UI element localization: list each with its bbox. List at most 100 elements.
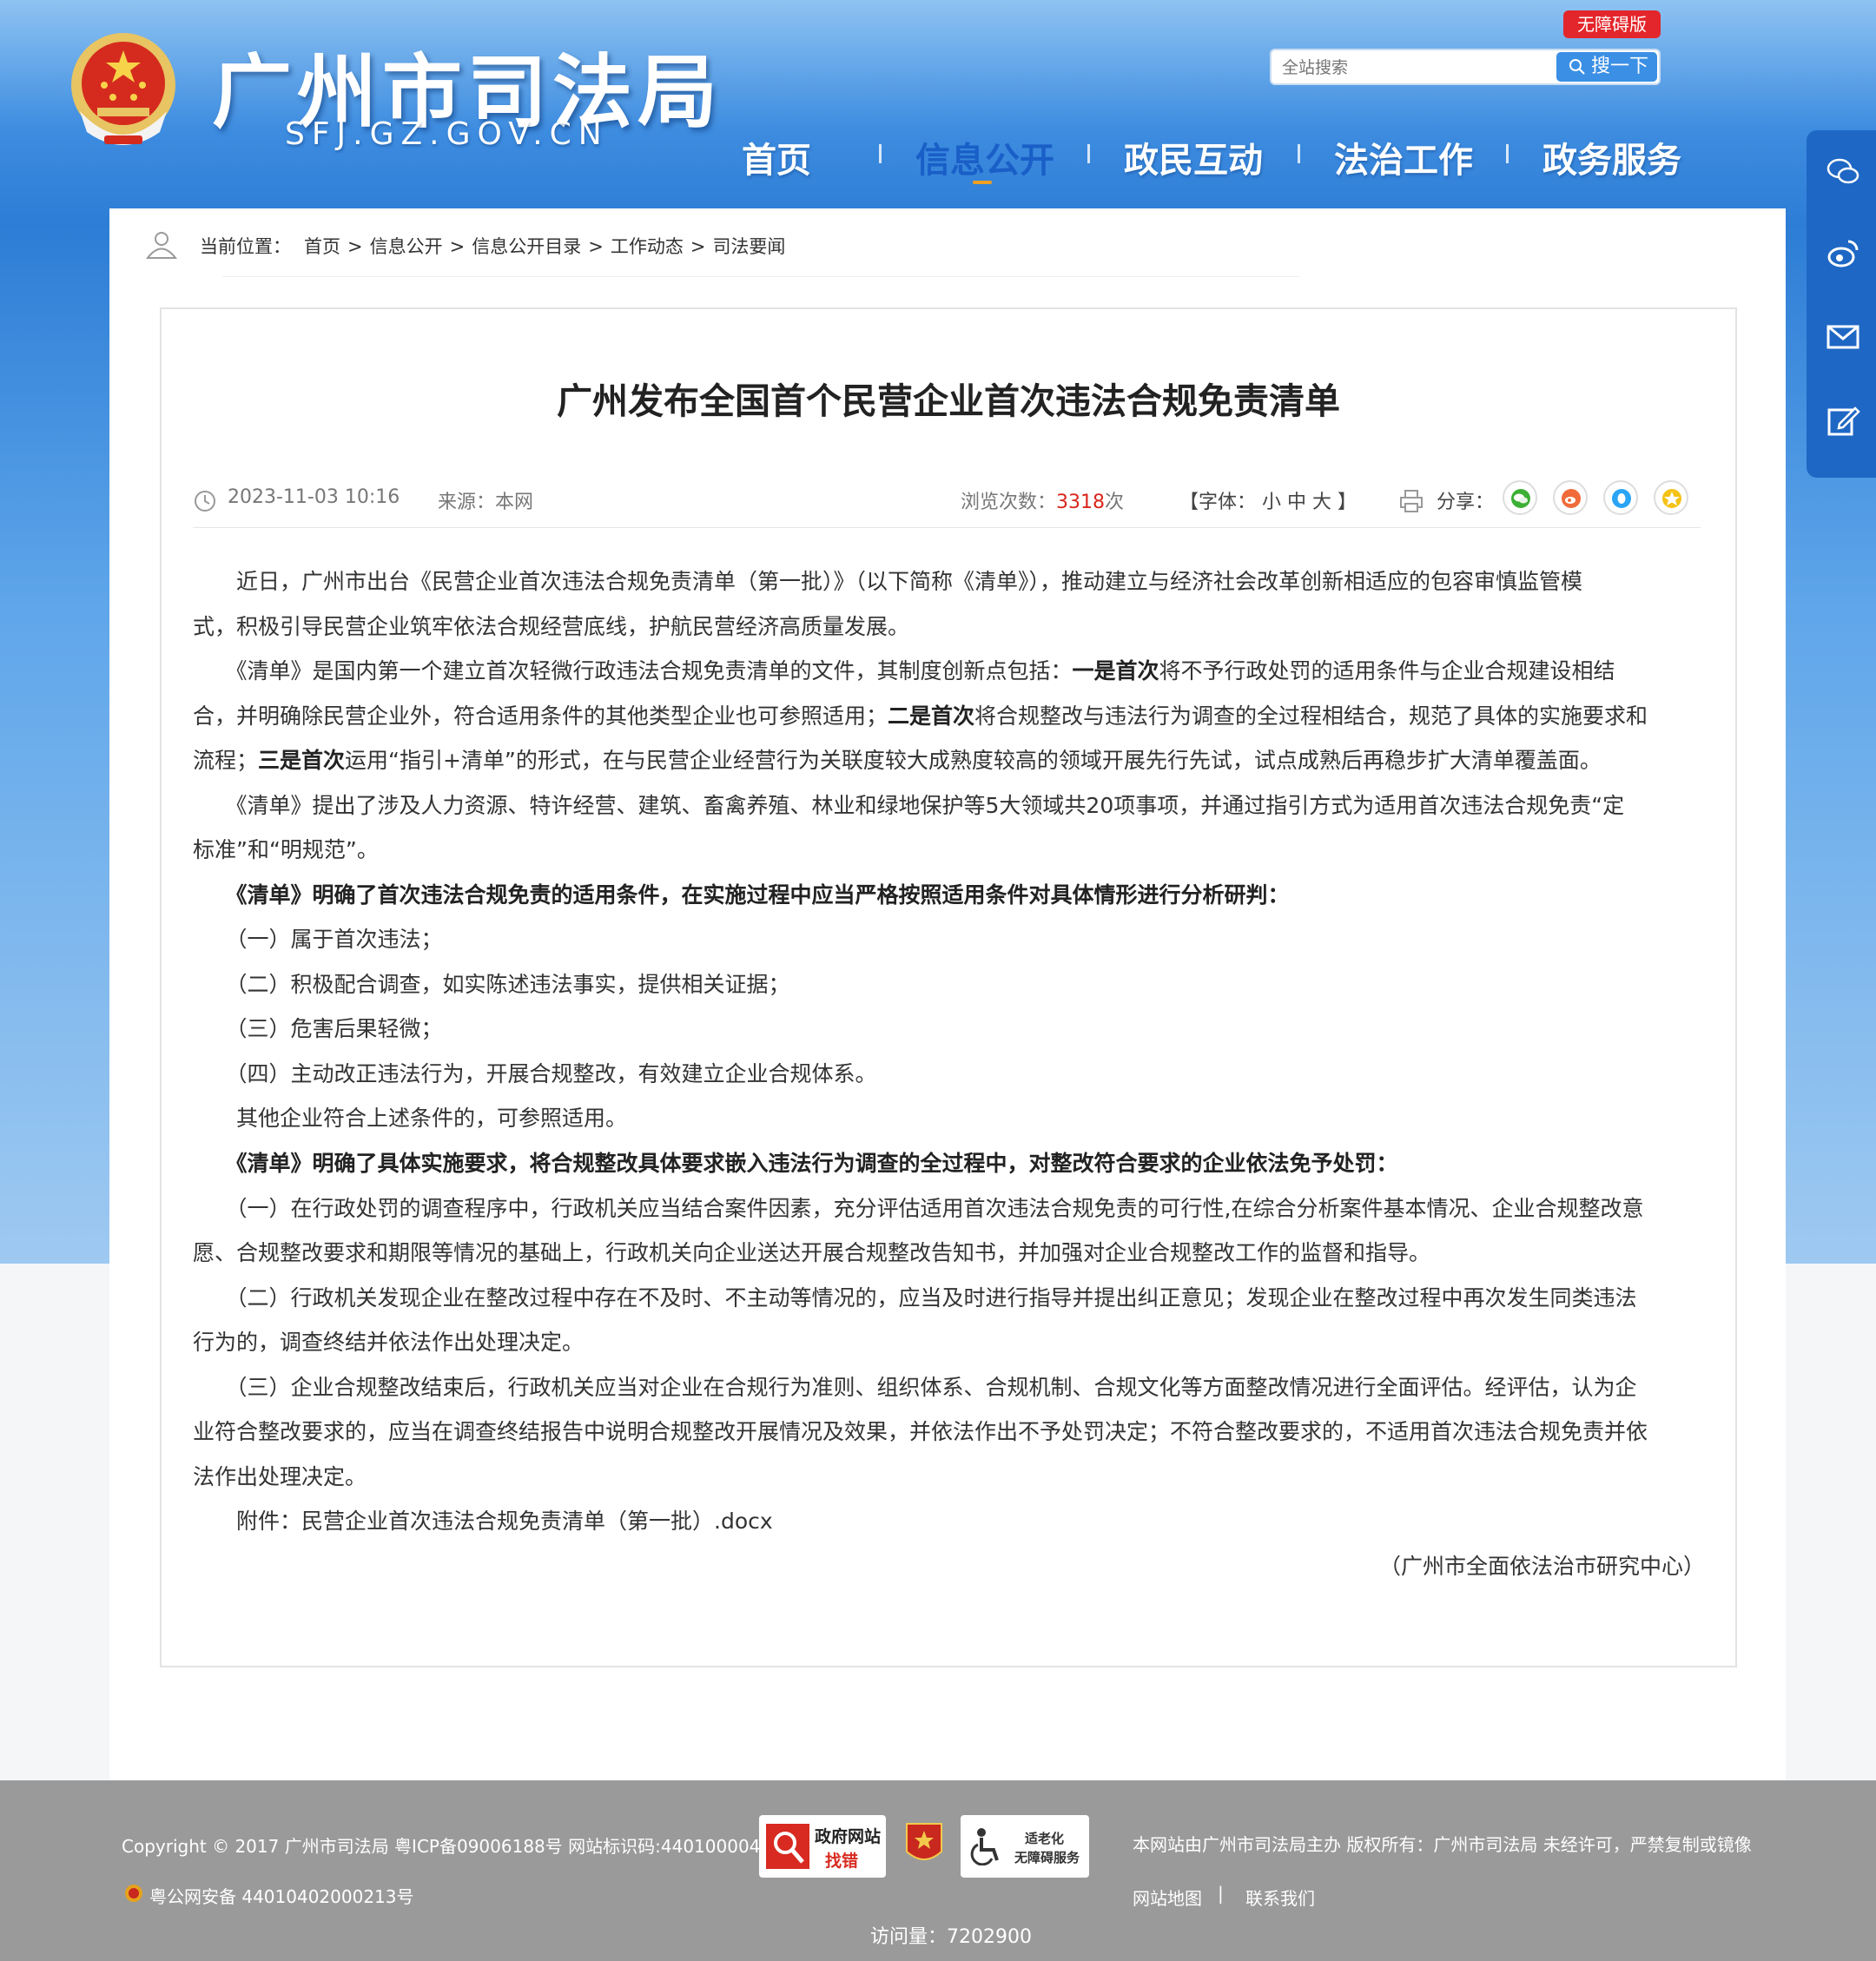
- edit-icon[interactable]: [1826, 403, 1860, 438]
- article-title: 广州发布全国首个民营企业首次违法合规免责清单: [557, 380, 1340, 422]
- search-input[interactable]: [1280, 54, 1544, 82]
- footer-visit-counter: 访问量：7202900: [870, 1921, 1032, 1949]
- paragraph-line: 《清单》提出了涉及人力资源、特许经营、建筑、畜禽养殖、林业和绿地保护等5大领域共…: [193, 793, 1625, 818]
- footer-police-record[interactable]: 粤公网安备 44010402000213号: [149, 1883, 414, 1908]
- footer-copyright: Copyright © 2017 广州市司法局 粤ICP备09006188号 网…: [122, 1836, 772, 1857]
- court-emblem-icon: [71, 33, 175, 145]
- nav-item-interaction[interactable]: 政民互动: [1124, 132, 1263, 182]
- accessibility-icon: [970, 1828, 999, 1865]
- nav-item-rule-of-law[interactable]: 法治工作: [1334, 132, 1473, 182]
- magnifier-icon: [766, 1824, 809, 1869]
- paragraph-line: 标准”和“明规范”。: [193, 837, 379, 862]
- paragraph-line-bold: 《清单》明确了首次违法合规免责的适用条件，在实施过程中应当严格按照适用条件对具体…: [193, 882, 1290, 908]
- search-box: 搜一下: [1270, 49, 1661, 85]
- nav-divider: [1506, 144, 1509, 163]
- list-item: （一）属于首次违法；: [193, 927, 443, 952]
- site-domain: SFJ.GZ.GOV.CN: [285, 116, 609, 152]
- mail-icon[interactable]: [1826, 320, 1860, 354]
- font-size-selector[interactable]: 【字体： 小 中 大 】: [1179, 486, 1357, 518]
- breadcrumb-label: 当前位置：: [200, 236, 291, 257]
- text-run: 将合规整改与违法行为调查的全过程相结合，规范了具体的实施要求和: [974, 703, 1648, 729]
- share-wechat-icon[interactable]: [1503, 480, 1537, 515]
- gov-site-error-badge[interactable]: 政府网站 找错: [759, 1815, 886, 1878]
- text-run: 《清单》是国内第一个建立首次轻微行政违法合规免责清单的文件，其制度创新点包括：: [193, 658, 1073, 683]
- breadcrumb-separator: >: [347, 236, 363, 257]
- search-button[interactable]: 搜一下: [1556, 52, 1657, 82]
- article-source: 来源：本网: [438, 492, 534, 513]
- badge-subtitle: 无障碍服务: [1014, 1850, 1080, 1865]
- paragraph-line: 式，积极引导民营企业筑牢依法合规经营底线，护航民营经济高质量发展。: [193, 614, 910, 639]
- article-signature: （广州市全面依法治市研究中心）: [1379, 1554, 1706, 1579]
- visit-counter-label: 访问量：: [870, 1926, 948, 1948]
- paragraph-line: 行为的，调查终结并依法作出处理决定。: [193, 1330, 585, 1355]
- view-count-value: 3318: [1056, 492, 1106, 513]
- nav-active-indicator: [973, 181, 992, 184]
- nav-divider: [879, 144, 882, 163]
- attachment-link[interactable]: 附件：民营企业首次违法合规免责清单（第一批）.docx: [193, 1504, 773, 1535]
- text-run-bold: 三是首次: [258, 748, 346, 773]
- share-weibo-icon[interactable]: [1553, 480, 1588, 515]
- list-item: （二）积极配合调查，如实陈述违法事实，提供相关证据；: [193, 972, 790, 997]
- badge-subtitle: 找错: [825, 1852, 859, 1871]
- paragraph-line: 愿、合规整改要求和期限等情况的基础上，行政机关向企业送达开展合规整改告知书，并加…: [193, 1240, 1431, 1265]
- paragraph-line: 法作出处理决定。: [193, 1464, 367, 1489]
- text-run: 运用“指引+清单”的形式，在与民营企业经营行为关联度较大成熟度较高的领域开展先行…: [345, 748, 1602, 773]
- breadcrumb-links: 首页 > 信息公开 > 信息公开目录 > 工作动态 > 司法要闻: [304, 233, 785, 259]
- paragraph-line: 其他企业符合上述条件的，可参照适用。: [193, 1106, 628, 1131]
- text-run-bold: 二是首次: [888, 703, 975, 729]
- nav-item-home[interactable]: 首页: [742, 132, 811, 182]
- party-emblem-icon[interactable]: [903, 1820, 945, 1869]
- text-run-bold: 一是首次: [1072, 658, 1159, 683]
- text-run: 将不予行政处罚的适用条件与企业合规建设相结: [1159, 658, 1615, 683]
- breadcrumb-info-disclosure[interactable]: 信息公开: [370, 236, 443, 257]
- nav-divider: [1298, 144, 1300, 163]
- nav-divider: [1087, 144, 1090, 163]
- view-count-label: 浏览次数：: [961, 492, 1057, 513]
- share-label: 分享：: [1437, 492, 1495, 513]
- accessibility-button[interactable]: 无障碍版: [1563, 10, 1661, 38]
- list-item: （三）危害后果轻微；: [193, 1016, 443, 1041]
- breadcrumb-judicial-news[interactable]: 司法要闻: [712, 236, 785, 257]
- footer-sitemap-link[interactable]: 网站地图: [1133, 1885, 1202, 1910]
- search-button-label: 搜一下: [1591, 56, 1649, 77]
- badge-title: 适老化: [1025, 1831, 1065, 1846]
- footer-divider: |: [1218, 1883, 1224, 1904]
- publish-date: 2023-11-03 10:16: [228, 486, 400, 508]
- police-badge-icon: [125, 1885, 142, 1902]
- paragraph-line: 近日，广州市出台《民营企业首次违法合规免责清单（第一批）》（以下简称《清单》），…: [193, 569, 1583, 594]
- paragraph-line: （三）企业合规整改结束后，行政机关应当对企业在合规行为准则、组织体系、合规机制、…: [193, 1375, 1637, 1400]
- footer-contact-link[interactable]: 联系我们: [1245, 1885, 1315, 1910]
- clock-icon: [195, 491, 215, 512]
- paragraph-line: 合，并明确除民营企业外，符合适用条件的其他类型企业也可参照适用；二是首次将合规整…: [193, 699, 1648, 730]
- list-item: （四）主动改正违法行为，开展合规整改，有效建立企业合规体系。: [193, 1061, 877, 1086]
- meta-divider: [193, 527, 1701, 528]
- breadcrumb-work-news[interactable]: 工作动态: [611, 236, 684, 257]
- elderly-accessibility-badge[interactable]: 适老化 无障碍服务: [961, 1815, 1089, 1878]
- breadcrumb-catalog[interactable]: 信息公开目录: [472, 236, 581, 257]
- search-icon: [1569, 59, 1585, 75]
- text-run: 流程；: [193, 748, 259, 773]
- paragraph-line: （一）在行政处罚的调查程序中，行政机关应当结合案件因素，充分评估适用首次违法合规…: [193, 1196, 1644, 1221]
- footer-rights: 本网站由广州市司法局主办 版权所有：广州市司法局 未经许可，严禁复制或镜像: [1133, 1834, 1752, 1855]
- breadcrumb-home[interactable]: 首页: [304, 236, 340, 257]
- location-icon: [145, 232, 178, 259]
- wechat-icon[interactable]: [1826, 155, 1860, 189]
- visit-counter-value: 7202900: [947, 1926, 1032, 1948]
- breadcrumb-divider: [222, 276, 1299, 277]
- print-icon[interactable]: [1398, 488, 1424, 514]
- view-count-unit: 次: [1105, 492, 1125, 513]
- breadcrumb-separator: >: [588, 236, 604, 257]
- breadcrumb-separator: >: [449, 236, 466, 257]
- share-qq-icon[interactable]: [1603, 480, 1638, 515]
- breadcrumb-separator: >: [690, 236, 706, 257]
- paragraph-line-bold: 《清单》明确了具体实施要求，将合规整改具体要求嵌入违法行为调查的全过程中，对整改…: [193, 1151, 1398, 1176]
- text-run: 合，并明确除民营企业外，符合适用条件的其他类型企业也可参照适用；: [193, 703, 888, 729]
- share-qzone-icon[interactable]: [1654, 480, 1688, 515]
- weibo-icon[interactable]: [1826, 236, 1860, 271]
- paragraph-line: 流程；三是首次运用“指引+清单”的形式，在与民营企业经营行为关联度较大成熟度较高…: [193, 743, 1602, 775]
- nav-item-info-disclosure[interactable]: 信息公开: [915, 132, 1054, 182]
- paragraph-line: （二）行政机关发现企业在整改过程中存在不及时、不主动等情况的，应当及时进行指导并…: [193, 1285, 1637, 1311]
- nav-item-services[interactable]: 政务服务: [1542, 132, 1681, 182]
- view-count: 浏览次数：3318次: [961, 486, 1124, 518]
- side-toolbar: [1807, 130, 1876, 478]
